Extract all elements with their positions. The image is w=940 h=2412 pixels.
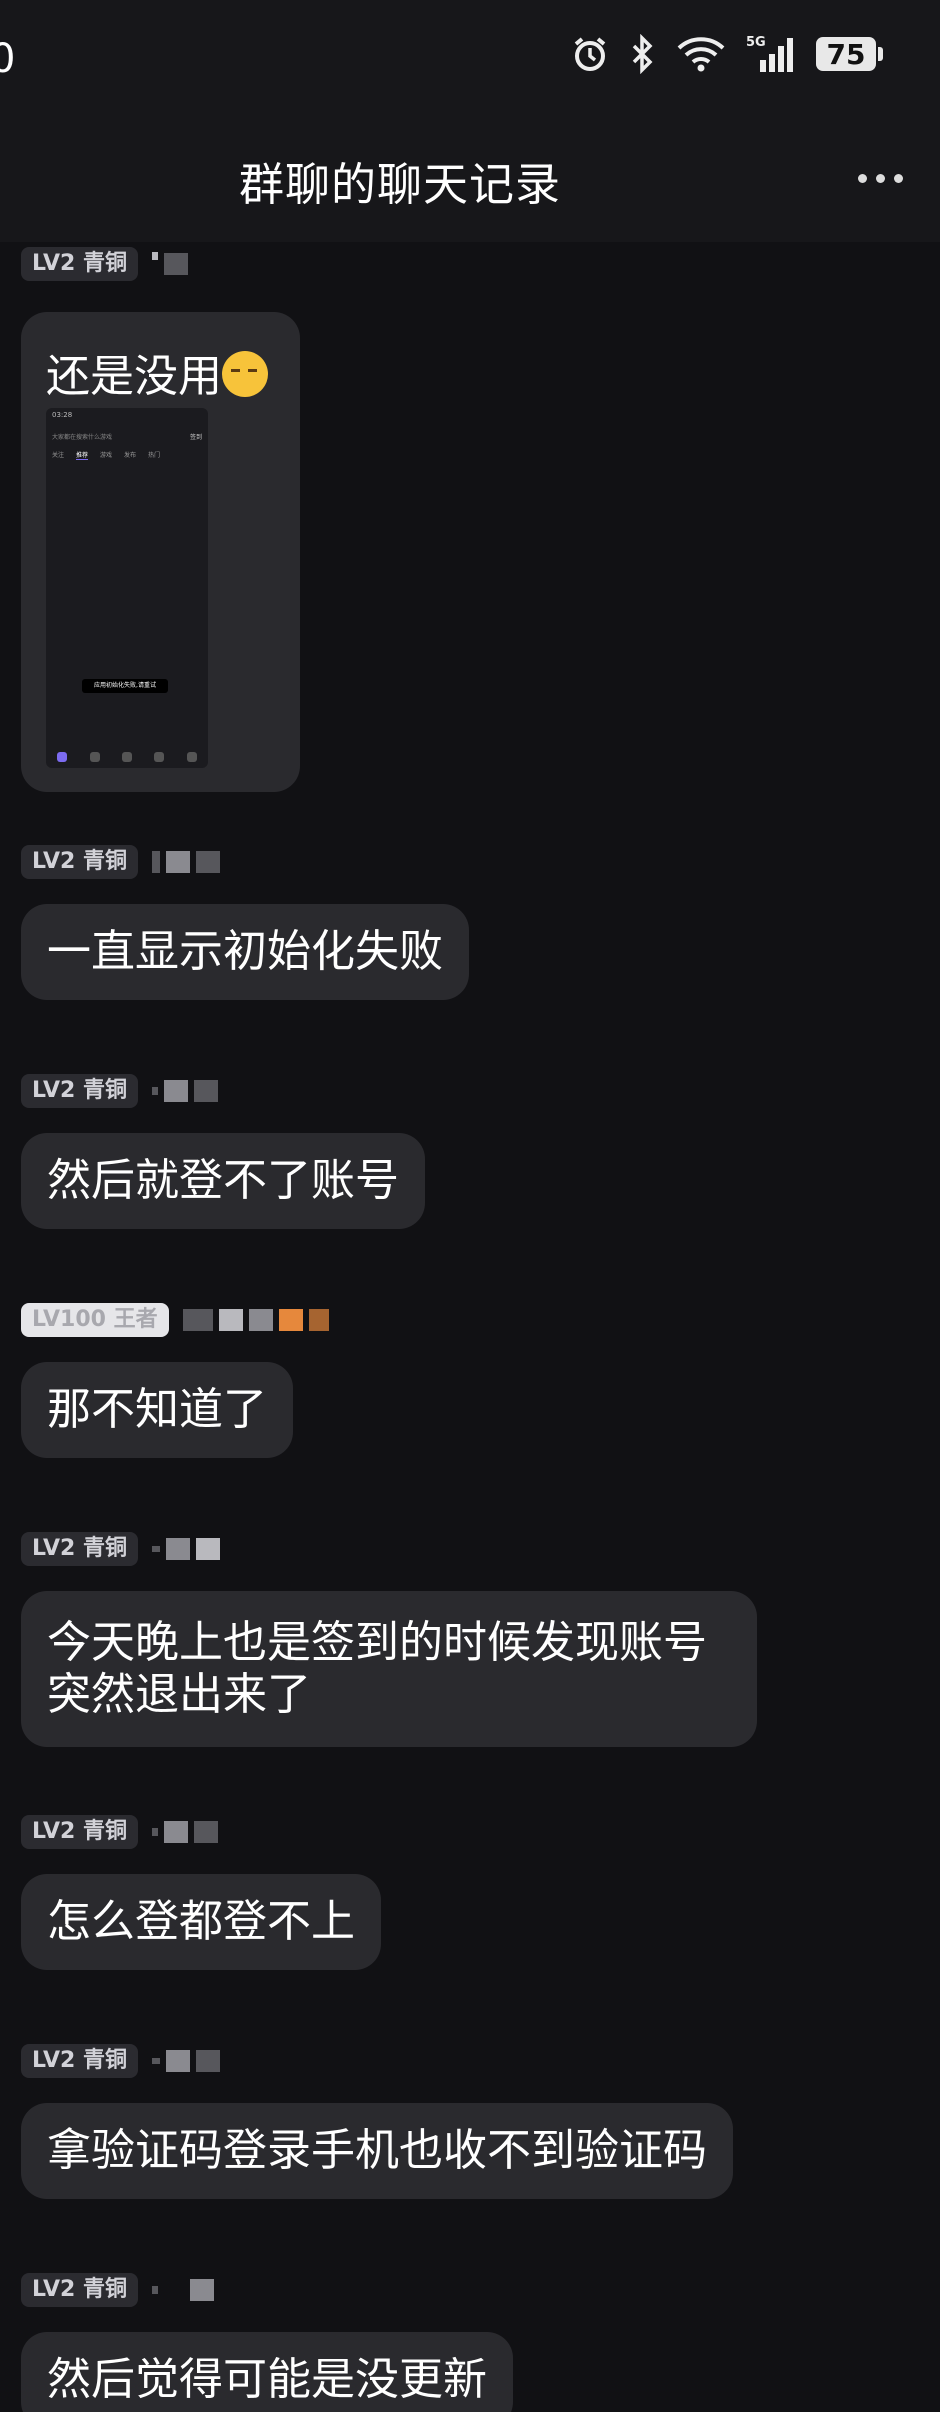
sender-nickname[interactable] — [151, 252, 188, 275]
battery-icon: 75 — [816, 37, 883, 71]
network-type: 5G — [746, 35, 766, 50]
sender-nickname[interactable] — [151, 1080, 218, 1102]
sender-nickname[interactable] — [151, 1821, 218, 1843]
sender-meta: LV100 王者 — [21, 1302, 329, 1338]
sender-nickname[interactable] — [151, 2050, 220, 2072]
screenshot-thumbnail[interactable]: 03:28 大家都在搜索什么游戏 签到 关注 推荐 游戏 发布 热门 应用初始化… — [46, 408, 208, 768]
message-bubble[interactable]: 怎么登都登不上 — [21, 1874, 381, 1970]
sender-meta: LV2 青铜 — [21, 246, 300, 282]
more-options-button[interactable] — [850, 148, 910, 208]
thumbnail-search: 大家都在搜索什么游戏 签到 — [52, 434, 202, 441]
more-dot-icon — [875, 173, 885, 183]
message-text: 还是没用 — [46, 340, 268, 404]
sender-nickname[interactable] — [151, 1538, 220, 1560]
message-bubble[interactable]: 今天晚上也是签到的时候发现账号突然退出来了 — [21, 1591, 757, 1747]
sender-meta: LV2 青铜 — [21, 2272, 513, 2308]
thumbnail-tabbar — [46, 752, 208, 762]
cellular-signal-icon: 5G — [746, 34, 796, 74]
message-bubble-image[interactable]: 还是没用 03:28 大家都在搜索什么游戏 签到 关注 推荐 游戏 发布 热门 … — [21, 312, 300, 792]
sender-nickname[interactable] — [182, 1309, 329, 1331]
sender-nickname[interactable] — [151, 2279, 214, 2301]
level-badge: LV2 青铜 — [21, 247, 138, 281]
message-bubble[interactable]: 然后觉得可能是没更新 — [21, 2332, 513, 2412]
message-bubble[interactable]: 那不知道了 — [21, 1362, 293, 1458]
bluetooth-icon — [630, 34, 656, 74]
level-badge: LV100 王者 — [21, 1303, 169, 1337]
sender-meta: LV2 青铜 — [21, 1531, 757, 1567]
more-dot-icon — [893, 173, 903, 183]
level-badge: LV2 青铜 — [21, 2044, 138, 2078]
status-time: 0 — [0, 36, 16, 82]
sender-meta: LV2 青铜 — [21, 1814, 381, 1850]
level-badge: LV2 青铜 — [21, 845, 138, 879]
status-icons: 5G 75 — [570, 34, 883, 74]
message-bubble[interactable]: 一直显示初始化失败 — [21, 904, 469, 1000]
sender-meta: LV2 青铜 — [21, 844, 469, 880]
loudly-crying-face-icon — [222, 351, 268, 397]
chat-message: LV2 青铜 拿验证码登录手机也收不到验证码 — [21, 2043, 733, 2199]
thumbnail-toast: 应用初始化失败,请重试 — [82, 679, 168, 693]
chat-message: LV100 王者 那不知道了 — [21, 1302, 329, 1458]
page-title: 群聊的聊天记录 — [238, 158, 561, 211]
message-bubble[interactable]: 拿验证码登录手机也收不到验证码 — [21, 2103, 733, 2199]
level-badge: LV2 青铜 — [21, 2273, 138, 2307]
chat-message: LV2 青铜 今天晚上也是签到的时候发现账号突然退出来了 — [21, 1531, 757, 1747]
chat-message: LV2 青铜 怎么登都登不上 — [21, 1814, 381, 1970]
sender-meta: LV2 青铜 — [21, 2043, 733, 2079]
chat-message: LV2 青铜 还是没用 03:28 大家都在搜索什么游戏 签到 关注 推荐 游戏… — [21, 246, 300, 792]
message-bubble[interactable]: 然后就登不了账号 — [21, 1133, 425, 1229]
chat-message: LV2 青铜 然后就登不了账号 — [21, 1073, 425, 1229]
chat-message: LV2 青铜 然后觉得可能是没更新 — [21, 2272, 513, 2412]
chat-message: LV2 青铜 一直显示初始化失败 — [21, 844, 469, 1000]
sender-meta: LV2 青铜 — [21, 1073, 425, 1109]
thumbnail-status: 03:28 — [52, 411, 73, 419]
chat-message-list[interactable]: LV2 青铜 还是没用 03:28 大家都在搜索什么游戏 签到 关注 推荐 游戏… — [0, 242, 940, 2412]
level-badge: LV2 青铜 — [21, 1815, 138, 1849]
header-bar: 群聊的聊天记录 — [0, 118, 940, 242]
level-badge: LV2 青铜 — [21, 1532, 138, 1566]
status-bar: 0 5G 75 — [0, 0, 940, 118]
more-dot-icon — [857, 173, 867, 183]
wifi-icon — [676, 34, 726, 74]
alarm-icon — [570, 34, 610, 74]
sender-nickname[interactable] — [151, 851, 220, 873]
thumbnail-tabs: 关注 推荐 游戏 发布 热门 — [52, 452, 161, 460]
level-badge: LV2 青铜 — [21, 1074, 138, 1108]
